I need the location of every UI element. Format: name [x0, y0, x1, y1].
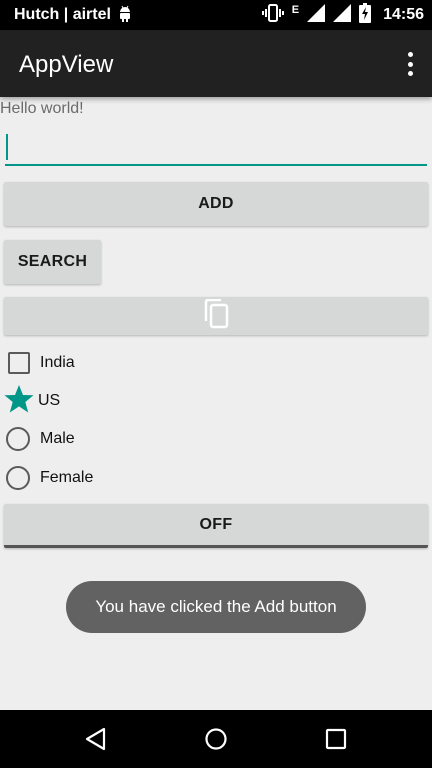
radio-label: Female	[40, 469, 94, 486]
radio-button[interactable]	[6, 466, 30, 490]
vibrate-icon	[261, 3, 284, 27]
clock: 14:56	[383, 6, 424, 23]
checkbox-india[interactable]: India	[6, 348, 75, 378]
app-title: AppView	[19, 51, 114, 78]
radio-female[interactable]: Female	[6, 463, 93, 493]
battery-charging-icon	[359, 2, 372, 28]
android-icon	[118, 5, 132, 28]
toast-message: You have clicked the Add button	[66, 581, 366, 633]
checkbox-label: India	[40, 354, 75, 371]
text-cursor	[6, 134, 8, 160]
checkbox-box[interactable]	[8, 352, 30, 374]
signal-icon	[307, 3, 326, 27]
star-icon[interactable]	[4, 384, 34, 419]
option-us-label: US	[38, 392, 61, 409]
status-bar: Hutch | airtel E 14:56	[0, 0, 432, 30]
home-icon[interactable]	[203, 726, 229, 752]
signal-icon	[333, 3, 352, 27]
overflow-menu-icon[interactable]	[404, 52, 416, 76]
nav-bar	[0, 710, 432, 768]
copy-button[interactable]	[4, 297, 428, 335]
add-button[interactable]: ADD	[4, 182, 428, 226]
recents-icon[interactable]	[323, 726, 349, 752]
radio-label: Male	[40, 430, 75, 447]
network-type: E	[291, 4, 300, 16]
radio-male[interactable]: Male	[6, 424, 75, 454]
radio-button[interactable]	[6, 427, 30, 451]
option-us[interactable]: US	[4, 384, 61, 419]
hello-text: Hello world!	[0, 100, 84, 117]
text-input[interactable]	[5, 128, 427, 166]
search-button[interactable]: SEARCH	[4, 240, 101, 284]
carrier-name: Hutch | airtel	[14, 6, 111, 23]
app-bar: AppView	[0, 30, 432, 97]
back-icon[interactable]	[83, 726, 109, 752]
copy-icon	[203, 298, 229, 334]
toggle-button[interactable]: OFF	[4, 504, 428, 548]
